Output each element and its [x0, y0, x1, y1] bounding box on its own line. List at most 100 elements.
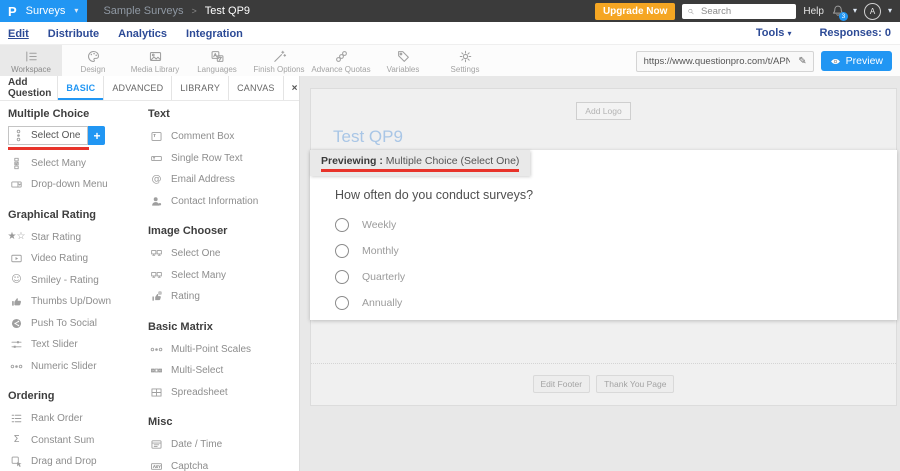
- previewing-label: Previewing : Multiple Choice (Select One…: [310, 150, 530, 176]
- radio-button-icon[interactable]: [335, 218, 349, 232]
- survey-preview-panel: Add Logo Test QP9 Previewing : Multiple …: [310, 88, 897, 406]
- radio-option-annually[interactable]: Annually: [335, 290, 897, 316]
- chevron-down-icon: ▾: [853, 7, 857, 15]
- workspace-toolbar: WorkspaceDesignMedia LibraryLanguagesFin…: [0, 44, 900, 78]
- search-input[interactable]: [699, 5, 791, 18]
- question-type-label: Text Slider: [31, 339, 78, 350]
- question-type-spreadsheet[interactable]: Spreadsheet: [148, 382, 299, 404]
- question-type-constant-sum[interactable]: ΣConstant Sum: [8, 430, 146, 452]
- question-preview-card: Previewing : Multiple Choice (Select One…: [310, 150, 897, 320]
- survey-nav-right: Tools ▾ Responses: 0: [756, 27, 900, 39]
- question-type-label: Date / Time: [171, 439, 222, 450]
- option-label: Weekly: [362, 219, 396, 231]
- radio-button-icon[interactable]: [335, 296, 349, 310]
- breadcrumb-parent[interactable]: Sample Surveys: [103, 5, 183, 17]
- question-type-video-rating[interactable]: Video Rating: [8, 248, 146, 270]
- avatar[interactable]: A: [864, 3, 881, 20]
- product-switcher[interactable]: P Surveys ▾: [0, 0, 87, 22]
- question-type-contact-information[interactable]: Contact Information: [148, 191, 299, 213]
- question-type-rank-order[interactable]: Rank Order: [8, 408, 146, 430]
- radio-option-quarterly[interactable]: Quarterly: [335, 264, 897, 290]
- question-type-single-row-text[interactable]: Single Row Text: [148, 148, 299, 170]
- add-question-plus-button[interactable]: +: [88, 126, 105, 145]
- question-type-push-to-social[interactable]: Push To Social: [8, 313, 146, 335]
- toolbar-item-design[interactable]: Design: [62, 45, 124, 77]
- toolbar-item-label: Advance Quotas: [311, 65, 370, 74]
- nav-tab-analytics[interactable]: Analytics: [118, 28, 167, 40]
- question-type-email-address[interactable]: @Email Address: [148, 169, 299, 191]
- question-type-captcha[interactable]: Captcha: [148, 456, 299, 471]
- toolbar-item-media-library[interactable]: Media Library: [124, 45, 186, 77]
- help-link[interactable]: Help: [803, 6, 824, 17]
- tools-menu[interactable]: Tools ▾: [756, 27, 792, 39]
- panel-tab-canvas[interactable]: CANVAS: [228, 76, 284, 100]
- radio-button-icon[interactable]: [335, 270, 349, 284]
- survey-url-input[interactable]: [637, 55, 793, 68]
- add-question-panel: Add Question BASICADVANCEDLIBRARYCANVAS …: [0, 76, 300, 471]
- question-type-select-one[interactable]: Select One: [8, 126, 88, 145]
- search-box[interactable]: [682, 4, 796, 19]
- preview-button[interactable]: Preview: [821, 51, 892, 71]
- radio-option-monthly[interactable]: Monthly: [335, 238, 897, 264]
- radio-button-icon[interactable]: [335, 244, 349, 258]
- question-type-label: Drag and Drop: [31, 456, 97, 467]
- edit-pencil-icon[interactable]: ✎: [792, 56, 812, 67]
- question-type-drop-down-menu[interactable]: Drop-down Menu: [8, 174, 146, 196]
- product-menu-label[interactable]: Surveys: [26, 5, 66, 17]
- dropdown-menu-icon: [8, 178, 25, 191]
- question-type-rating[interactable]: Rating: [148, 286, 299, 308]
- toolbar-controls: ✎ Preview: [636, 45, 900, 77]
- panel-tab-advanced[interactable]: ADVANCED: [103, 76, 171, 100]
- section-heading: Misc: [148, 416, 299, 428]
- question-type-lists: Multiple ChoiceSelect One+Select ManyDro…: [0, 101, 299, 471]
- question-type-select-many[interactable]: Select Many: [8, 153, 146, 175]
- contact-icon: [148, 195, 165, 208]
- star-rating-icon: ★☆: [8, 232, 25, 242]
- edit-footer-button[interactable]: Edit Footer: [533, 375, 591, 393]
- panel-tab-library[interactable]: LIBRARY: [171, 76, 228, 100]
- nav-tab-edit[interactable]: Edit: [8, 28, 29, 40]
- nav-tab-integration[interactable]: Integration: [186, 28, 243, 40]
- question-type-numeric-slider[interactable]: Numeric Slider: [8, 356, 146, 378]
- toolbar-item-finish-options[interactable]: Finish Options: [248, 45, 310, 77]
- add-question-title: Add Question: [0, 76, 57, 100]
- thank-you-page-button[interactable]: Thank You Page: [596, 375, 674, 393]
- question-type-comment-box[interactable]: Comment Box: [148, 126, 299, 148]
- nav-tab-distribute[interactable]: Distribute: [48, 28, 99, 40]
- rank-order-icon: [8, 412, 25, 425]
- finish-options-icon: [271, 49, 288, 64]
- languages-icon: [209, 49, 226, 64]
- question-type-date-time[interactable]: Date / Time: [148, 434, 299, 456]
- survey-title[interactable]: Test QP9: [333, 127, 896, 147]
- section-heading: Basic Matrix: [148, 321, 299, 333]
- search-icon: [687, 7, 695, 16]
- toolbar-item-languages[interactable]: Languages: [186, 45, 248, 77]
- question-type-select-one[interactable]: Select One: [148, 243, 299, 265]
- question-type-label: Drop-down Menu: [31, 179, 108, 190]
- upgrade-now-button[interactable]: Upgrade Now: [595, 3, 675, 20]
- question-type-drag-and-drop[interactable]: Drag and Drop: [8, 451, 146, 471]
- section-heading: Graphical Rating: [8, 209, 146, 221]
- video-rating-icon: [8, 252, 25, 265]
- toolbar-item-settings[interactable]: Settings: [434, 45, 496, 77]
- question-type-thumbs-up-down[interactable]: Thumbs Up/Down: [8, 291, 146, 313]
- chevron-down-icon: ▾: [74, 7, 78, 15]
- question-type-multi-select[interactable]: Multi-Select: [148, 360, 299, 382]
- responses-link[interactable]: Responses: 0: [819, 27, 891, 39]
- panel-tab-basic[interactable]: BASIC: [57, 76, 103, 100]
- radio-option-weekly[interactable]: Weekly: [335, 212, 897, 238]
- question-type-label: Thumbs Up/Down: [31, 296, 111, 307]
- question-type-multi-point-scales[interactable]: Multi-Point Scales: [148, 339, 299, 361]
- toolbar-item-advance-quotas[interactable]: Advance Quotas: [310, 45, 372, 77]
- question-type-star-rating[interactable]: ★☆Star Rating: [8, 227, 146, 249]
- question-type-text-slider[interactable]: Text Slider: [8, 334, 146, 356]
- question-type-smiley-rating[interactable]: ☺Smiley - Rating: [8, 270, 146, 292]
- question-type-select-many[interactable]: Select Many: [148, 265, 299, 287]
- question-type-label: Multi-Point Scales: [171, 344, 251, 355]
- notifications-button[interactable]: 3: [831, 4, 846, 19]
- toolbar-item-workspace[interactable]: Workspace: [0, 45, 62, 77]
- question-type-label: Push To Social: [31, 318, 97, 329]
- add-logo-button[interactable]: Add Logo: [576, 102, 630, 120]
- top-bar: P Surveys ▾ Sample Surveys > Test QP9 Up…: [0, 0, 900, 22]
- toolbar-item-variables[interactable]: Variables: [372, 45, 434, 77]
